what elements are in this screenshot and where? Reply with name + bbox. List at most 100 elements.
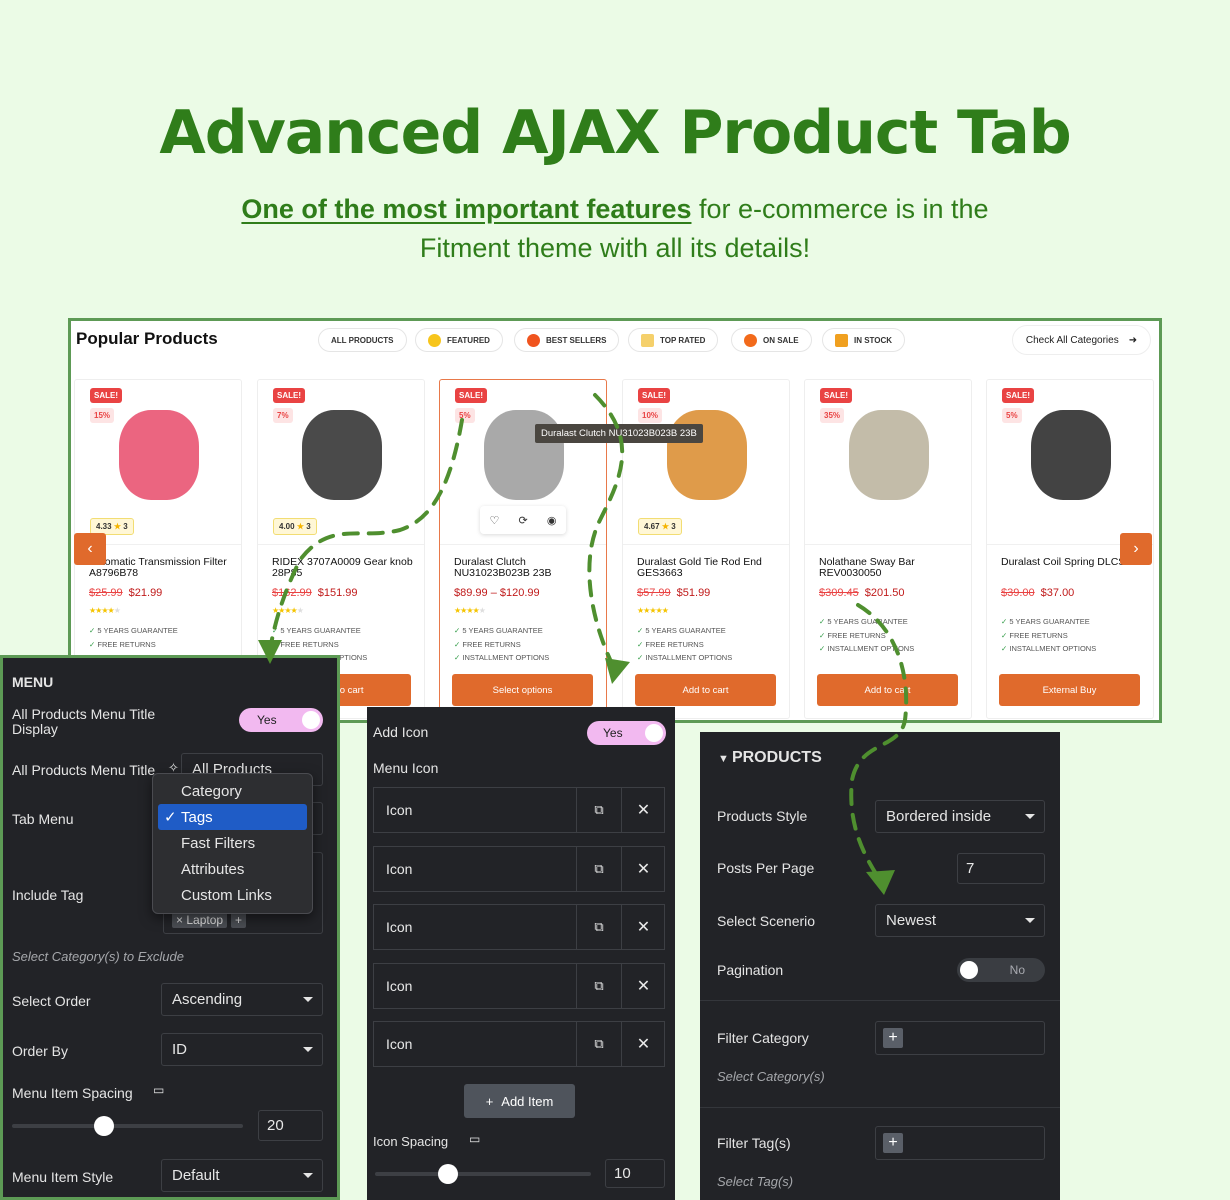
- star-icon: ★: [113, 606, 121, 615]
- posts-per-page-input[interactable]: 7: [957, 853, 1045, 884]
- product-card[interactable]: SALE! 35% Nolathane Sway Bar REV0030050 …: [804, 379, 972, 719]
- option-attributes[interactable]: Attributes: [158, 856, 307, 882]
- feature-label: 5 YEARS GUARANTEE: [827, 617, 908, 626]
- duplicate-icon[interactable]: ⧉: [576, 905, 621, 949]
- add-tag-button[interactable]: +: [883, 1133, 903, 1153]
- option-custom-links[interactable]: Custom Links: [158, 882, 307, 908]
- desktop-icon[interactable]: ▭: [153, 1083, 164, 1097]
- icon-repeater-item[interactable]: Icon ⧉ ✕: [373, 787, 665, 833]
- add-tag-button[interactable]: +: [231, 912, 247, 928]
- menu-item-style-dropdown[interactable]: Default: [161, 1159, 323, 1192]
- filter-tag-field[interactable]: +: [875, 1126, 1045, 1160]
- current-price: $21.99: [128, 587, 163, 599]
- icon-repeater-item[interactable]: Icon ⧉ ✕: [373, 1021, 665, 1067]
- products-style-dropdown[interactable]: Bordered inside: [875, 800, 1045, 833]
- duplicate-icon[interactable]: ⧉: [576, 963, 621, 1008]
- eye-icon[interactable]: ◉: [547, 514, 557, 527]
- tag-chip-laptop[interactable]: × Laptop: [172, 912, 228, 928]
- tab-in-stock[interactable]: IN STOCK: [822, 328, 906, 352]
- carousel-prev-button[interactable]: ‹: [74, 533, 106, 565]
- order-by-dropdown[interactable]: ID: [161, 1033, 323, 1066]
- carousel-next-button[interactable]: ›: [1120, 533, 1152, 565]
- option-tags[interactable]: ✓ Tags: [158, 804, 307, 830]
- menu-title-label: All Products Menu Title: [12, 762, 156, 778]
- rating-value: 4.00: [279, 522, 295, 531]
- duplicate-icon[interactable]: ⧉: [576, 788, 621, 832]
- check-all-categories-button[interactable]: Check All Categories ➜: [1012, 325, 1151, 355]
- heart-icon[interactable]: ♡: [490, 514, 500, 527]
- add-icon-toggle[interactable]: Yes: [587, 721, 666, 745]
- product-image[interactable]: SALE! 7% 4.00 ★ 3: [258, 380, 424, 545]
- desktop-icon[interactable]: ▭: [469, 1132, 480, 1146]
- option-label: Custom Links: [181, 886, 272, 904]
- add-category-button[interactable]: +: [883, 1028, 903, 1048]
- product-photo: [1031, 410, 1111, 500]
- product-image[interactable]: SALE! 35%: [805, 380, 971, 545]
- icon-repeater-item[interactable]: Icon ⧉ ✕: [373, 845, 665, 892]
- tab-top-rated[interactable]: TOP RATED: [628, 328, 719, 352]
- compare-icon[interactable]: ⟳: [519, 514, 528, 527]
- sale-badge: SALE!: [820, 388, 852, 403]
- option-label: Tags: [181, 808, 213, 826]
- icon-repeater-item[interactable]: Icon ⧉ ✕: [373, 904, 665, 950]
- tab-on-sale[interactable]: ON SALE: [731, 328, 812, 352]
- product-image[interactable]: SALE! 5%: [987, 380, 1153, 545]
- product-image[interactable]: SALE! 10% 4.67 ★ 3: [623, 380, 789, 545]
- product-image[interactable]: SALE! 15% 4.33 ★ 3: [75, 380, 241, 545]
- check-icon: ✓: [454, 653, 461, 662]
- feature-label: FREE RETURNS: [1009, 630, 1068, 640]
- rating-value: 4.33: [96, 522, 112, 531]
- page-title: Advanced AJAX Product Tab: [159, 98, 1071, 168]
- toggle-knob: [960, 961, 978, 979]
- product-action-button[interactable]: Select options: [452, 674, 593, 706]
- close-icon[interactable]: ✕: [621, 788, 665, 832]
- icon-spacing-input[interactable]: 10: [605, 1159, 665, 1188]
- current-price: $151.99: [317, 587, 358, 599]
- product-name[interactable]: RIDEX 3707A0009 Gear knob 28P85: [272, 557, 420, 579]
- feature-label: INSTALLMENT OPTIONS: [462, 653, 550, 662]
- tab-featured[interactable]: FEATURED: [415, 328, 503, 352]
- add-item-button[interactable]: + Add Item: [464, 1084, 575, 1118]
- option-fast-filters[interactable]: Fast Filters: [158, 830, 307, 856]
- icon-repeater-item[interactable]: Icon ⧉ ✕: [373, 962, 665, 1009]
- pagination-toggle[interactable]: No: [957, 958, 1045, 982]
- feature-label: 5 YEARS GUARANTEE: [462, 626, 543, 635]
- slider-thumb[interactable]: [438, 1164, 459, 1184]
- product-action-button[interactable]: External Buy: [999, 674, 1140, 706]
- icon-spacing-slider[interactable]: [375, 1164, 591, 1184]
- close-icon[interactable]: ✕: [621, 846, 665, 891]
- slider-thumb[interactable]: [94, 1116, 115, 1136]
- discount-badge: 10%: [638, 408, 663, 423]
- filter-category-field[interactable]: +: [875, 1021, 1045, 1055]
- product-name[interactable]: Automatic Transmission Filter A8796B78: [89, 557, 237, 579]
- duplicate-icon[interactable]: ⧉: [576, 846, 621, 891]
- products-settings-panel: ▼ PRODUCTS Products Style Bordered insid…: [700, 732, 1060, 1200]
- products-heading[interactable]: ▼ PRODUCTS: [718, 749, 822, 767]
- icon-settings-panel: Add Icon Yes Menu Icon Icon ⧉ ✕ Icon ⧉ ✕ I…: [367, 707, 675, 1200]
- product-action-button[interactable]: Add to cart: [817, 674, 958, 706]
- product-action-button[interactable]: Add to cart: [635, 674, 776, 706]
- close-icon[interactable]: ✕: [621, 905, 665, 949]
- title-display-toggle[interactable]: Yes: [239, 708, 323, 732]
- tab-label: FEATURED: [447, 335, 490, 345]
- menu-spacing-input[interactable]: 20: [258, 1110, 323, 1141]
- check-icon: ✓: [272, 639, 279, 649]
- duplicate-icon[interactable]: ⧉: [576, 1022, 621, 1066]
- product-name[interactable]: Duralast Clutch NU31023B023B 23B: [454, 557, 602, 579]
- check-icon: ✓: [637, 639, 644, 649]
- product-name[interactable]: Duralast Gold Tie Rod End GES3663: [637, 557, 785, 579]
- menu-heading: MENU: [12, 674, 54, 690]
- caret-down-icon: [1025, 918, 1035, 923]
- box-check-icon: [835, 333, 848, 347]
- close-icon[interactable]: ✕: [621, 1022, 665, 1066]
- feature-item: ✓ 5 YEARS GUARANTEE: [819, 617, 969, 626]
- close-icon[interactable]: ✕: [621, 963, 665, 1008]
- star-icon: ★: [296, 522, 304, 531]
- tab-all-products[interactable]: ALL PRODUCTS: [318, 328, 407, 352]
- menu-spacing-slider[interactable]: [12, 1116, 243, 1136]
- select-scenario-dropdown[interactable]: Newest: [875, 904, 1045, 937]
- tab-best-sellers[interactable]: BEST SELLERS: [514, 328, 620, 352]
- option-category[interactable]: Category: [158, 778, 307, 804]
- select-order-dropdown[interactable]: Ascending: [161, 983, 323, 1016]
- product-name[interactable]: Nolathane Sway Bar REV0030050: [819, 557, 967, 579]
